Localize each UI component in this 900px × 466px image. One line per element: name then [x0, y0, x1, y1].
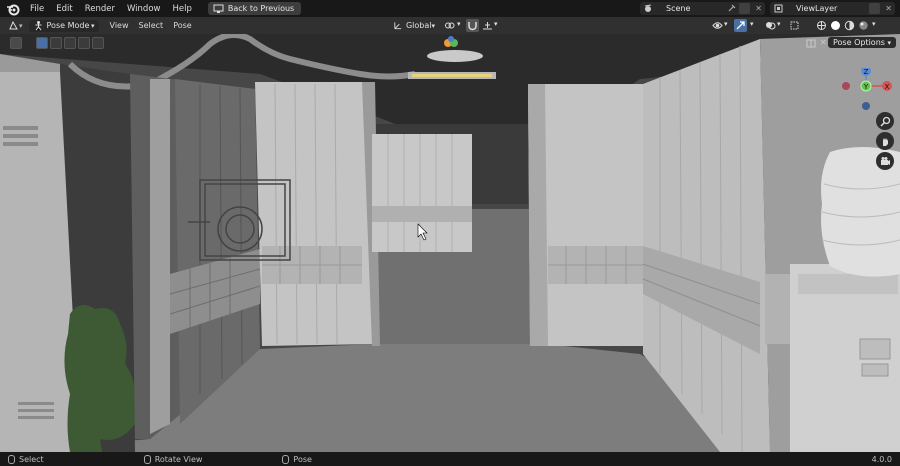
status-select-label: Select	[19, 454, 44, 464]
pivot-point-icon[interactable]	[444, 20, 455, 31]
status-select: Select	[8, 454, 44, 464]
wireframe-shading-icon[interactable]	[816, 20, 827, 31]
visibility-chevron-icon[interactable]: ▾	[724, 20, 728, 28]
rendered-shading-icon[interactable]	[858, 20, 869, 31]
menu-help[interactable]: Help	[166, 4, 197, 14]
blender-logo-icon[interactable]	[6, 2, 20, 16]
tool-cursor-icon[interactable]	[10, 36, 22, 49]
zoom-icon	[879, 116, 890, 127]
pose-options-dropdown[interactable]: Pose Options ▾	[828, 37, 896, 48]
status-pose-label: Pose	[293, 454, 312, 464]
viewport-header: ▾ Pose Mode ▾ View Select Pose Global ▾ …	[0, 17, 900, 34]
menu-edit[interactable]: Edit	[50, 4, 78, 14]
back-to-previous-label: Back to Previous	[227, 4, 295, 13]
zoom-button[interactable]	[876, 112, 894, 130]
menu-pose[interactable]: Pose	[168, 21, 197, 30]
gizmo-chevron-icon[interactable]: ▾	[750, 20, 754, 28]
xray-icon[interactable]	[789, 20, 800, 31]
mouse-right-icon	[282, 454, 290, 464]
visibility-icon[interactable]	[712, 20, 723, 31]
pin-icon[interactable]	[726, 3, 737, 14]
orientation-chevron-icon: ▾	[431, 21, 435, 30]
hand-icon	[882, 137, 888, 146]
mode-label: Pose Mode	[46, 21, 90, 30]
pan-button[interactable]	[876, 132, 894, 150]
scene-name: Scene	[666, 4, 691, 13]
pose-options-chevron-icon: ▾	[887, 39, 891, 47]
snap-chevron-icon[interactable]: ▾	[494, 20, 498, 28]
version-label: 4.0.0	[871, 454, 892, 464]
menu-file[interactable]: File	[24, 4, 50, 14]
close-panel-icon[interactable]: ✕	[820, 38, 827, 47]
select-box-extend-icon[interactable]	[50, 36, 62, 49]
layers-icon	[774, 4, 783, 13]
menu-window[interactable]: Window	[121, 4, 167, 14]
select-box-invert-icon[interactable]	[78, 36, 90, 49]
view-layer-selector[interactable]: ViewLayer ✕	[770, 2, 895, 15]
mode-chevron-icon: ▾	[91, 21, 95, 30]
shading-chevron-icon[interactable]: ▾	[872, 20, 876, 28]
solid-shading-icon[interactable]	[830, 20, 841, 31]
select-box-new-icon[interactable]	[36, 36, 48, 49]
pose-options-label: Pose Options	[833, 38, 885, 47]
material-shading-icon[interactable]	[844, 20, 855, 31]
transform-orientation-dropdown[interactable]: Global ▾	[389, 20, 439, 32]
snap-toggle[interactable]	[466, 19, 479, 32]
new-view-layer-icon[interactable]	[869, 3, 881, 14]
select-box-subtract-icon[interactable]	[64, 36, 76, 49]
scene-icon	[644, 4, 652, 12]
camera-view-button[interactable]	[876, 152, 894, 170]
status-rotate-label: Rotate View	[154, 454, 203, 464]
tool-settings-row	[0, 34, 900, 51]
mode-dropdown[interactable]: Pose Mode ▾	[28, 19, 99, 32]
magnet-icon	[468, 22, 477, 31]
menu-view[interactable]: View	[105, 21, 134, 30]
pivot-chevron-icon[interactable]: ▾	[457, 20, 461, 28]
overlays-chevron-icon[interactable]: ▾	[777, 20, 781, 28]
menu-render[interactable]: Render	[79, 4, 121, 14]
close-view-layer-icon[interactable]: ✕	[885, 4, 892, 13]
mouse-middle-icon	[143, 454, 151, 464]
snap-target-icon[interactable]	[482, 20, 493, 31]
select-box-intersect-icon[interactable]	[92, 36, 104, 49]
transform-orientation-label: Global	[405, 21, 432, 30]
view-layer-name: ViewLayer	[796, 4, 838, 13]
menu-select[interactable]: Select	[134, 21, 169, 30]
pose-mode-icon	[35, 21, 42, 31]
status-rotate: Rotate View	[143, 454, 203, 464]
hallway-scene	[0, 34, 900, 452]
gizmo-arrow-icon	[736, 21, 745, 30]
gizmo-x-label: X	[885, 83, 890, 91]
gizmo-toggle[interactable]	[734, 19, 747, 32]
status-pose: Pose	[282, 454, 312, 464]
camera-icon	[880, 156, 890, 165]
sidebar-toggle-icon[interactable]	[805, 38, 817, 49]
screen-icon	[213, 4, 224, 13]
close-scene-icon[interactable]: ✕	[755, 4, 762, 13]
new-scene-icon[interactable]	[739, 3, 751, 14]
editor-type-icon[interactable]	[8, 20, 19, 31]
mouse-left-icon	[8, 454, 15, 464]
orientation-axes-icon	[394, 22, 402, 30]
back-to-previous-button[interactable]: Back to Previous	[207, 2, 302, 15]
gizmo-z-label: Z	[864, 68, 869, 76]
gizmo-y-label: Y	[863, 83, 869, 91]
editor-type-chevron-icon[interactable]: ▾	[19, 22, 23, 30]
3d-viewport[interactable]	[0, 34, 900, 452]
overlays-icon[interactable]	[765, 20, 776, 31]
scene-selector[interactable]: Scene ✕	[640, 2, 765, 15]
top-menu-bar: File Edit Render Window Help Back to Pre…	[0, 0, 900, 17]
status-bar: Select Rotate View Pose 4.0.0	[0, 452, 900, 466]
